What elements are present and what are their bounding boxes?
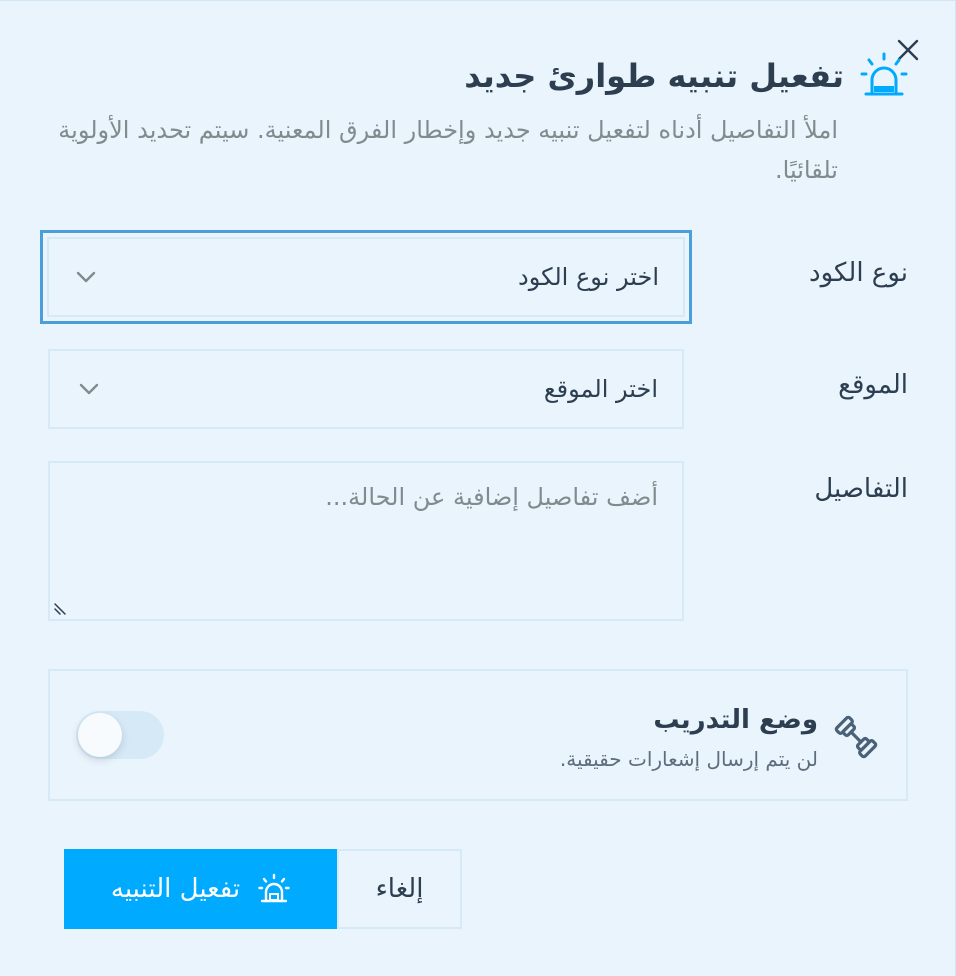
dialog-title: تفعيل تنبيه طوارئ جديد (464, 57, 844, 95)
chevron-down-icon (76, 271, 96, 283)
resize-grip-icon[interactable] (53, 600, 69, 616)
toggle-knob (78, 713, 122, 757)
code-type-label: نوع الكود (809, 258, 908, 288)
training-mode-title: وضع التدريب (653, 705, 818, 735)
dialog-subtitle: املأ التفاصيل أدناه لتفعيل تنبيه جديد وإ… (58, 116, 838, 184)
code-type-value: اختر نوع الكود (518, 263, 659, 291)
cancel-label: إلغاء (375, 874, 424, 904)
activate-alert-label: تفعيل التنبيه (110, 874, 241, 904)
code-type-select[interactable]: اختر نوع الكود (40, 230, 692, 324)
dumbbell-icon (834, 715, 878, 759)
cancel-button[interactable]: إلغاء (337, 849, 462, 929)
activate-alert-button[interactable]: تفعيل التنبيه (64, 849, 337, 929)
location-label: الموقع (838, 370, 908, 400)
details-textarea[interactable]: أضف تفاصيل إضافية عن الحالة... (48, 461, 684, 621)
training-mode-card: وضع التدريب لن يتم إرسال إشعارات حقيقية. (48, 669, 908, 801)
details-placeholder: أضف تفاصيل إضافية عن الحالة... (325, 483, 658, 511)
dialog-header: تفعيل تنبيه طوارئ جديد (464, 46, 908, 106)
location-select[interactable]: اختر الموقع (48, 349, 684, 429)
training-mode-toggle[interactable] (76, 711, 164, 759)
siren-icon (258, 873, 290, 903)
details-label: التفاصيل (814, 474, 908, 504)
training-mode-description: لن يتم إرسال إشعارات حقيقية. (559, 747, 818, 771)
chevron-down-icon (79, 383, 99, 395)
code-type-select-inner: اختر نوع الكود (47, 237, 685, 317)
location-value: اختر الموقع (543, 375, 658, 403)
siren-icon (860, 52, 908, 96)
